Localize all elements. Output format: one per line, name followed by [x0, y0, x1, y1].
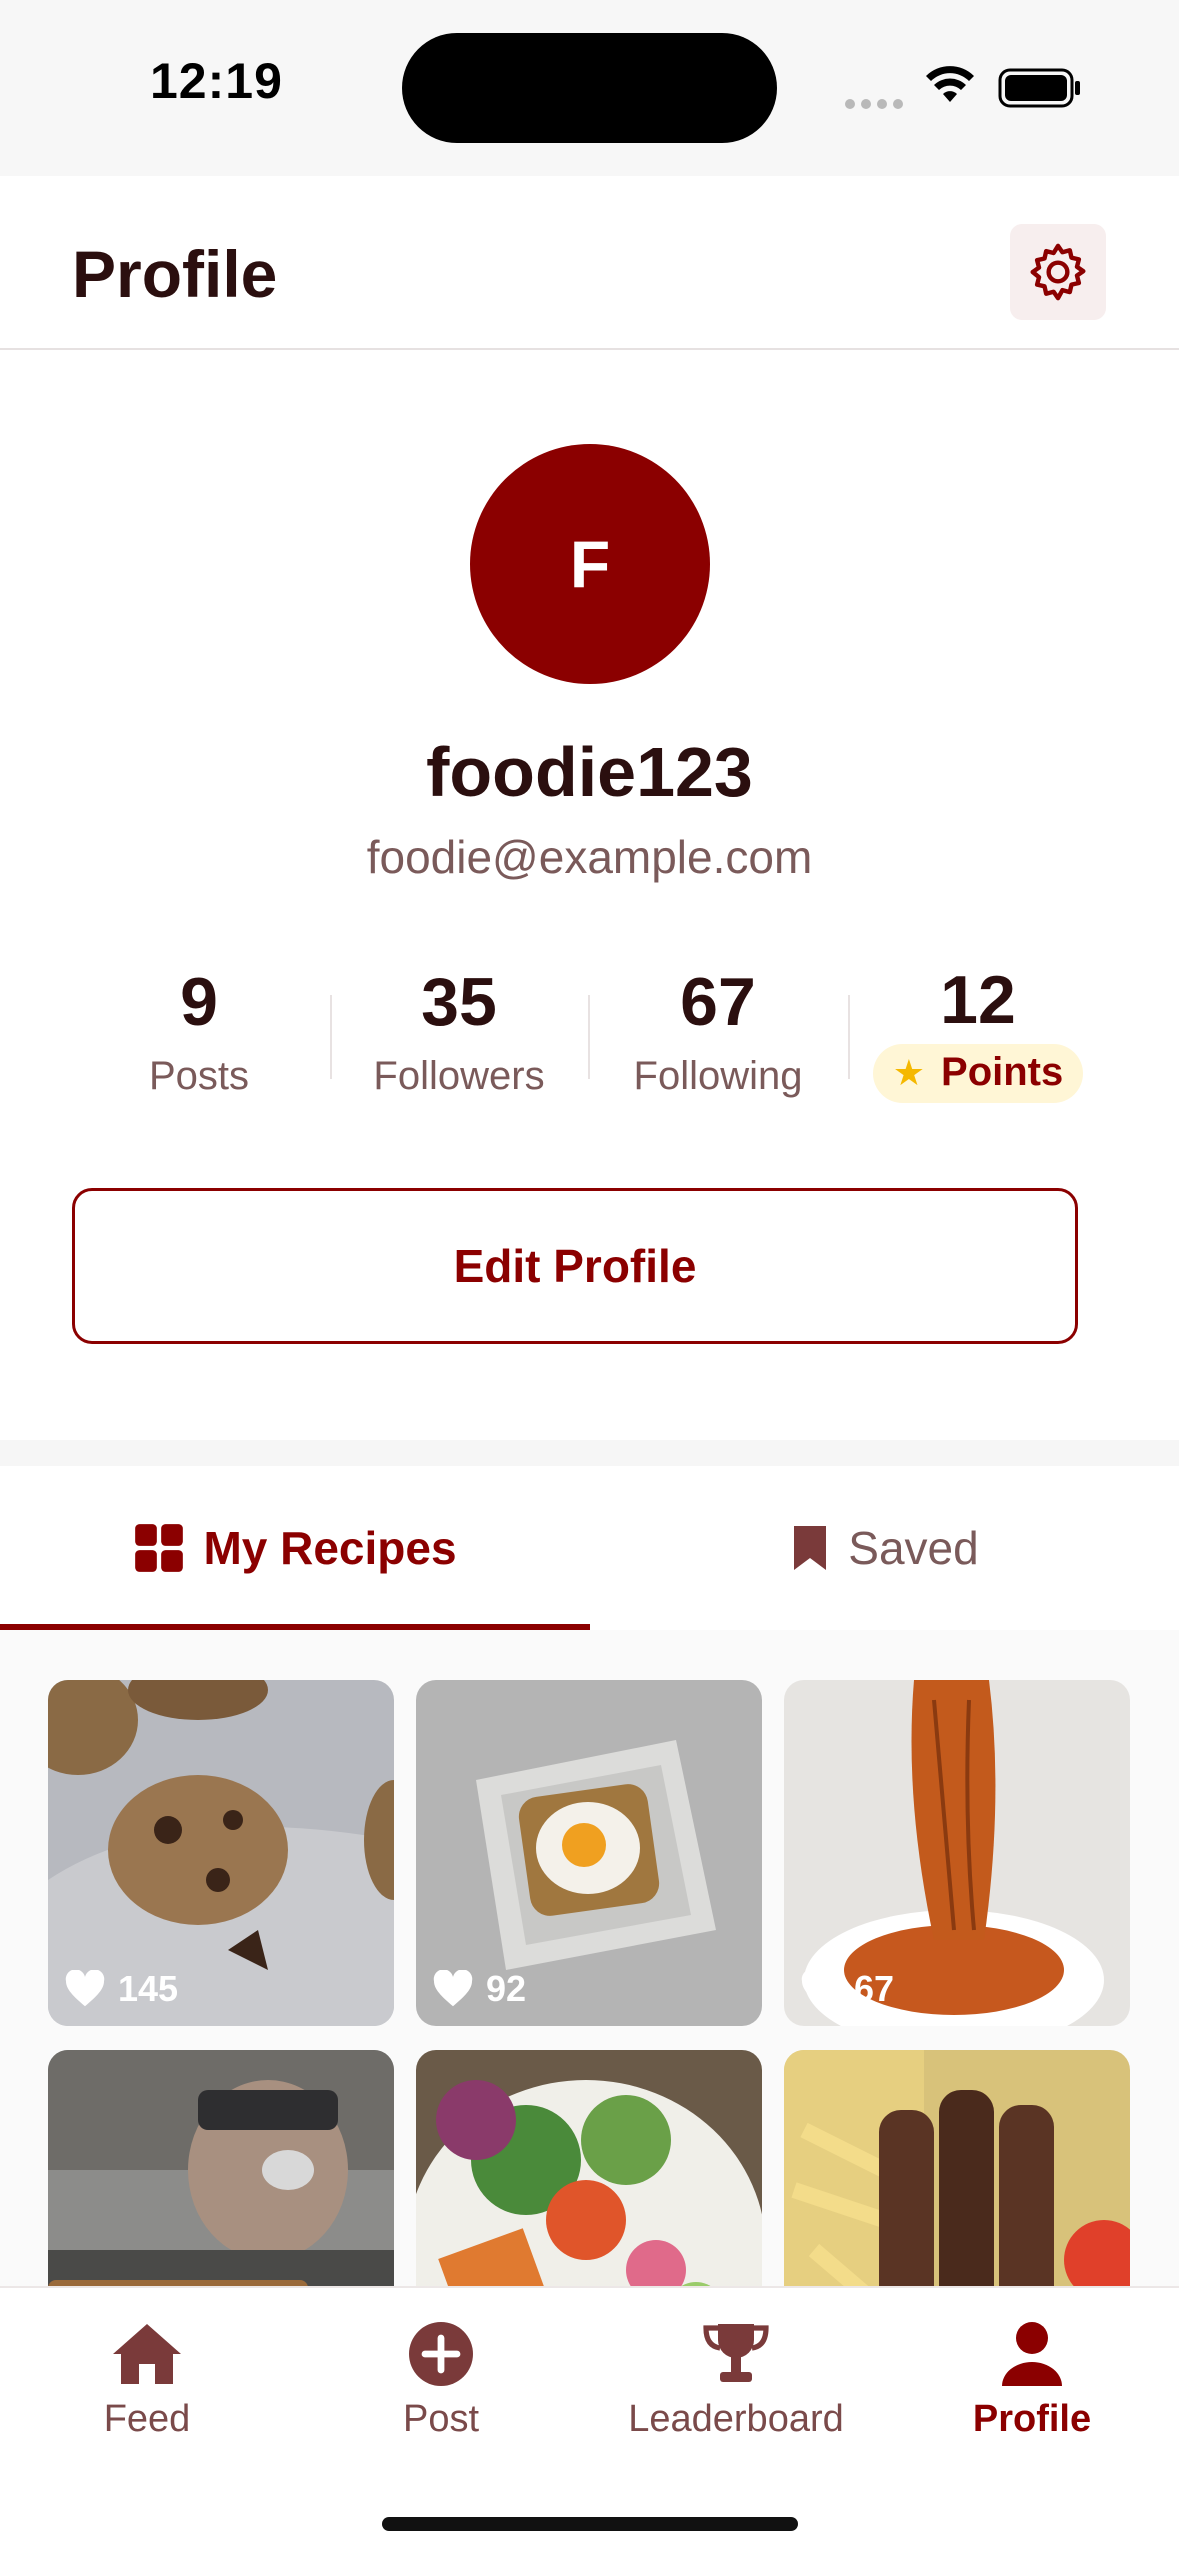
nav-label: Profile: [972, 2398, 1092, 2440]
plus-circle-icon: [409, 2322, 473, 2386]
like-count: 145: [64, 1968, 178, 2010]
heart-icon: [801, 1970, 841, 2007]
username: foodie123: [426, 733, 753, 811]
stat-followers[interactable]: 35 Followers: [334, 964, 584, 1099]
battery-icon: [998, 68, 1080, 108]
like-count: 67: [800, 1968, 894, 2010]
avatar[interactable]: F: [470, 444, 710, 684]
settings-button[interactable]: [1010, 224, 1106, 320]
nav-label: Leaderboard: [628, 2398, 844, 2440]
stat-label: Followers: [373, 1054, 545, 1098]
nav-leaderboard[interactable]: Leaderboard: [589, 2320, 883, 2441]
star-icon: ★: [892, 1051, 926, 1093]
wifi-icon: [926, 66, 974, 102]
bookmark-icon: [790, 1522, 830, 1574]
nav-profile[interactable]: Profile: [885, 2320, 1179, 2441]
nav-feed[interactable]: Feed: [0, 2320, 294, 2441]
user-email: foodie@example.com: [366, 831, 813, 883]
tab-my-recipes[interactable]: My Recipes: [0, 1466, 590, 1630]
nav-label: Feed: [103, 2398, 191, 2440]
likes-value: 92: [486, 1968, 527, 2009]
section-divider: [0, 1440, 1179, 1466]
stat-divider: [330, 995, 332, 1079]
home-indicator: [382, 2517, 798, 2531]
recipe-tile[interactable]: 145: [48, 1680, 394, 2026]
person-icon: [1002, 2322, 1062, 2386]
status-time: 12:19: [150, 53, 283, 109]
stat-label: Following: [633, 1054, 803, 1098]
page-title: Profile: [72, 237, 278, 311]
recipe-tile[interactable]: 92: [416, 1680, 762, 2026]
nav-post[interactable]: Post: [294, 2320, 588, 2441]
cellular-signal-icon: [845, 96, 909, 114]
tab-saved[interactable]: Saved: [590, 1466, 1179, 1630]
heart-icon: [65, 1970, 105, 2007]
stat-following[interactable]: 67 Following: [593, 964, 843, 1099]
stat-label: Posts: [148, 1054, 250, 1098]
points-badge: ★ Points: [872, 1044, 1084, 1103]
heart-icon: [433, 1970, 473, 2007]
recipe-tile[interactable]: 67: [784, 1680, 1130, 2026]
stat-value: 67: [680, 964, 756, 1040]
stat-points[interactable]: 12 ★ Points: [853, 962, 1103, 1103]
stat-label: Points: [941, 1050, 1064, 1094]
home-icon: [113, 2324, 181, 2384]
tab-label: My Recipes: [203, 1522, 457, 1574]
gear-icon: [1030, 243, 1086, 301]
stat-value: 9: [180, 964, 218, 1040]
trophy-icon: [703, 2324, 769, 2382]
grid-icon: [133, 1522, 185, 1574]
stat-divider: [588, 995, 590, 1079]
dynamic-island: [402, 33, 777, 143]
stat-divider: [848, 995, 850, 1079]
stat-value: 12: [940, 962, 1016, 1038]
stat-posts[interactable]: 9 Posts: [74, 964, 324, 1099]
like-count: 92: [432, 1968, 526, 2010]
nav-label: Post: [402, 2398, 480, 2440]
tab-label: Saved: [848, 1522, 979, 1574]
likes-value: 67: [854, 1968, 895, 2009]
likes-value: 145: [118, 1968, 179, 2009]
stat-value: 35: [421, 964, 497, 1040]
edit-profile-button[interactable]: Edit Profile: [72, 1188, 1078, 1344]
avatar-initial: F: [569, 527, 611, 601]
